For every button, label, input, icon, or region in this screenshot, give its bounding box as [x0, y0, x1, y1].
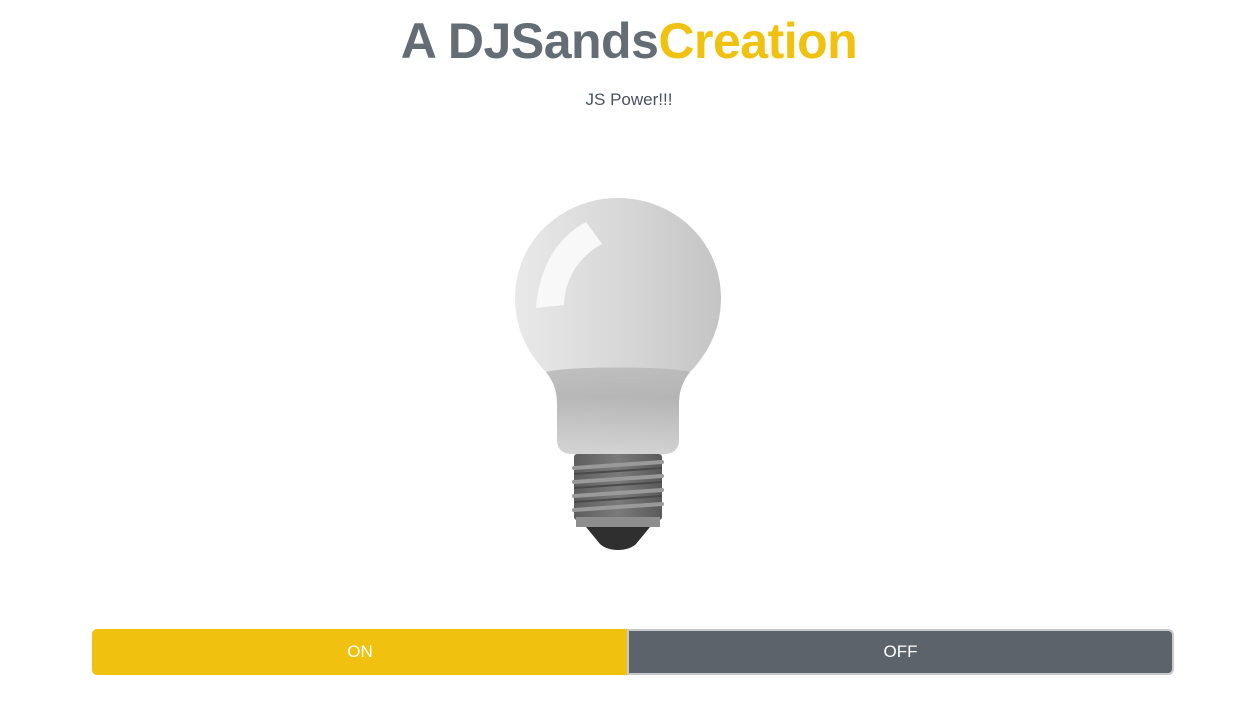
title-main-text: A DJSands [400, 13, 659, 69]
page-title: A DJSandsCreation [0, 8, 1258, 74]
page-subtitle: JS Power!!! [585, 90, 673, 109]
off-button[interactable]: OFF [627, 629, 1174, 675]
light-bulb-icon [510, 192, 726, 556]
on-button[interactable]: ON [92, 629, 628, 675]
title-accent-text: Creation [658, 13, 858, 69]
